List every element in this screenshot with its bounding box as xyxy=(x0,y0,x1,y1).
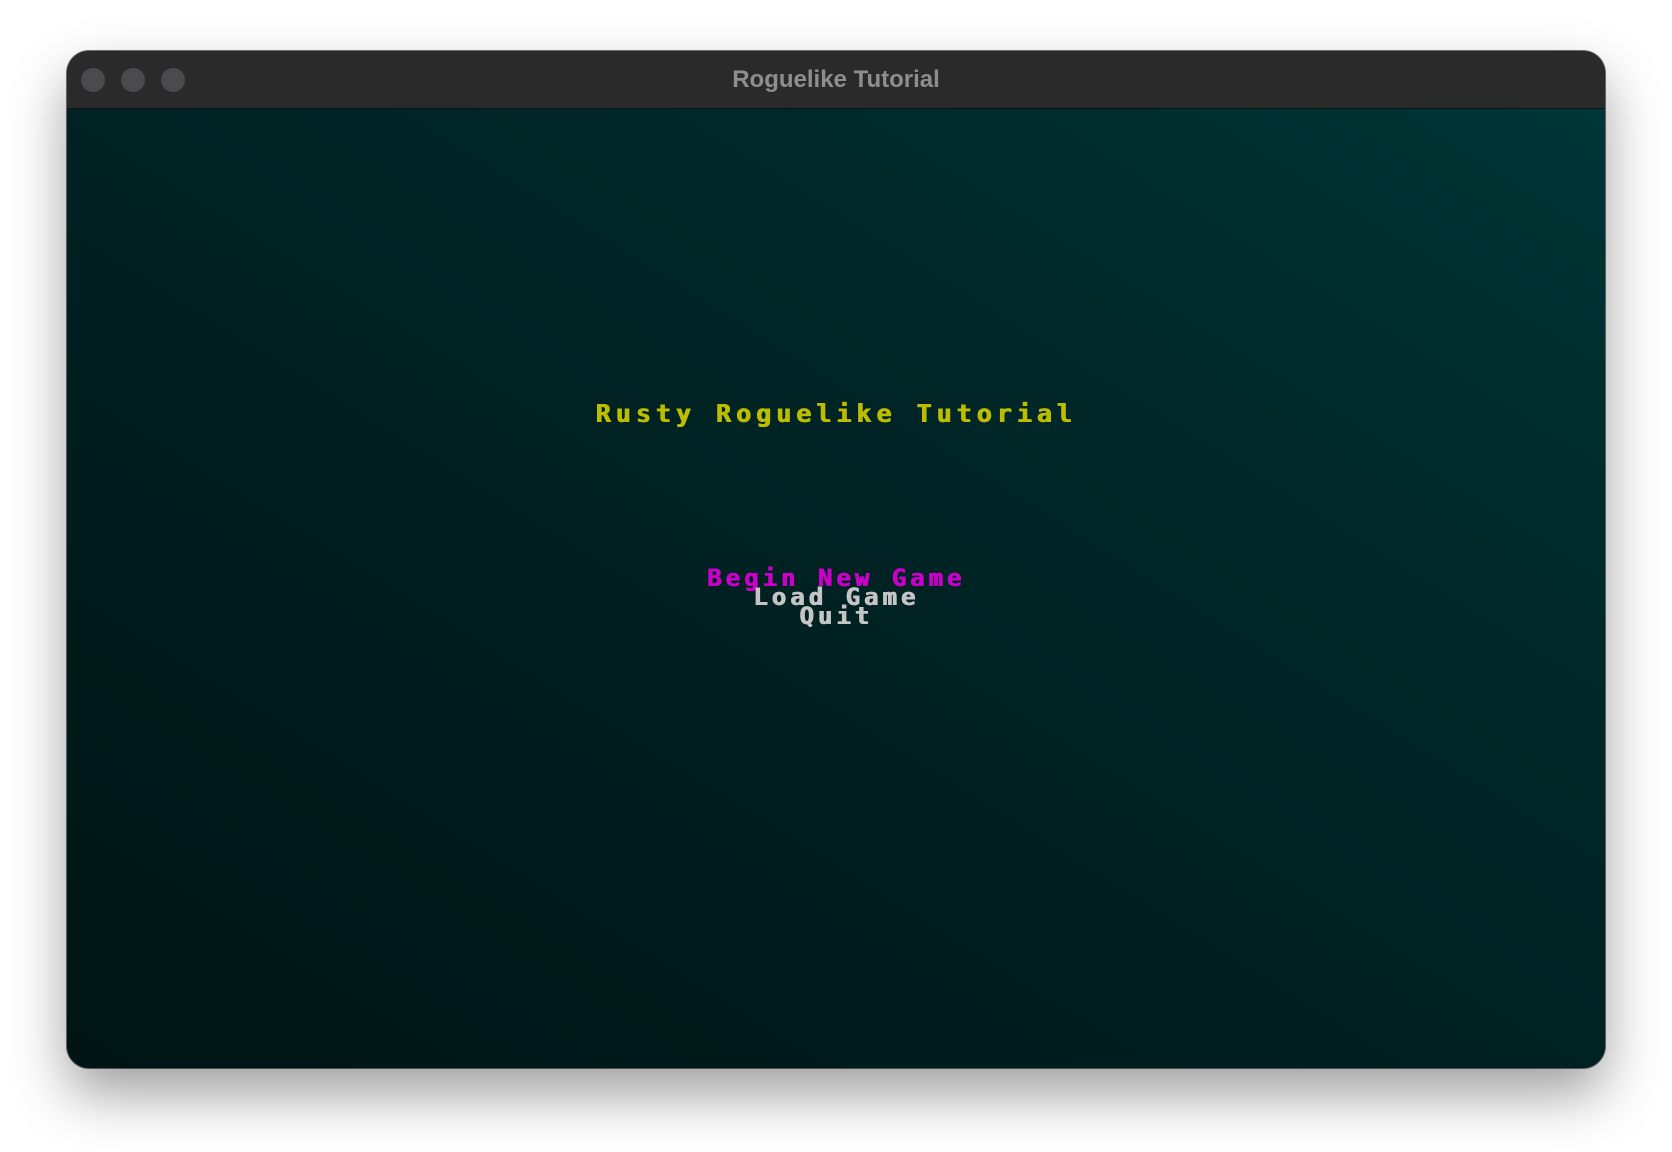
menu-item-quit[interactable]: Quit xyxy=(67,604,1605,628)
title-bar[interactable]: Roguelike Tutorial xyxy=(67,51,1605,109)
game-title: Rusty Roguelike Tutorial xyxy=(595,399,1077,428)
app-window: Roguelike Tutorial Rusty Roguelike Tutor… xyxy=(67,51,1605,1068)
window-title: Roguelike Tutorial xyxy=(732,66,940,93)
game-canvas[interactable]: Rusty Roguelike Tutorial Begin New Game … xyxy=(67,109,1605,1068)
